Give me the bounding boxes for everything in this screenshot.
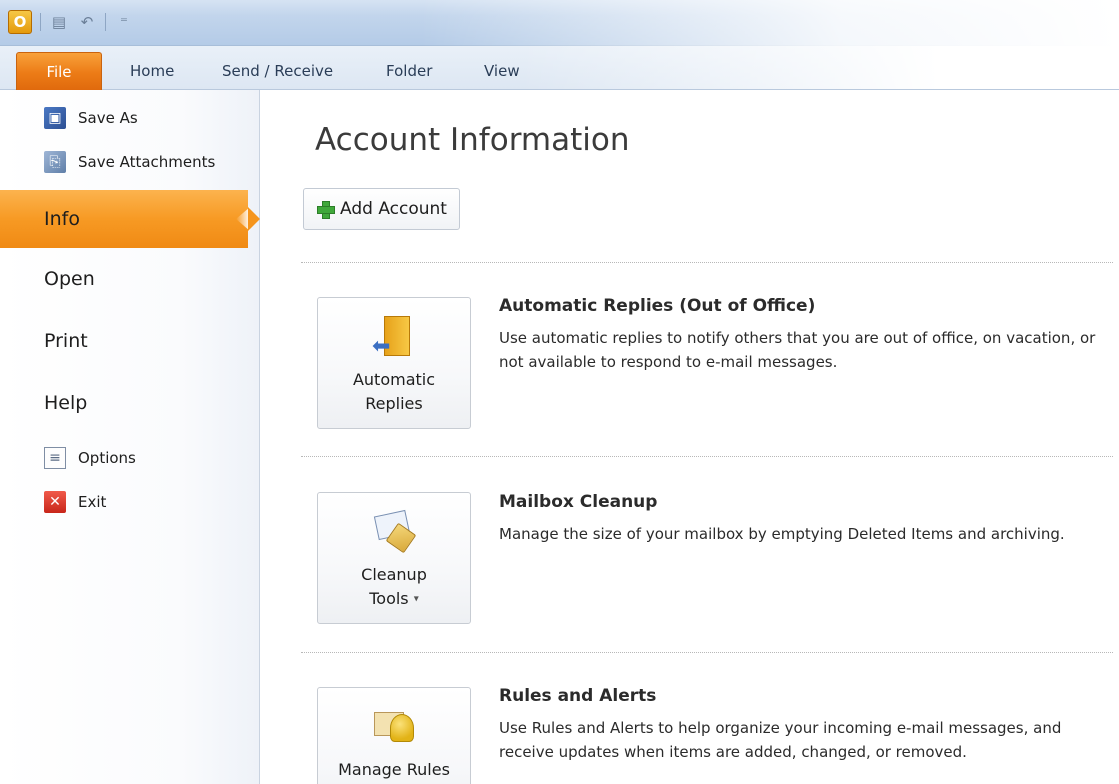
send-receive-icon[interactable]: ▤ (49, 12, 69, 32)
qat-separator (40, 13, 41, 31)
tab-home[interactable]: Home (116, 52, 188, 90)
qat-separator (105, 13, 106, 31)
save-as-icon: ▣ (44, 107, 66, 129)
automatic-replies-button[interactable]: ⬅ Automatic Replies (317, 297, 471, 429)
undo-icon[interactable]: ↶ (77, 12, 97, 32)
manage-rules-icon (372, 704, 416, 748)
options-button[interactable]: ≡ Options (44, 444, 136, 472)
add-account-label: Add Account (340, 199, 447, 219)
tab-file[interactable]: File (16, 52, 102, 90)
save-attachments-icon: ⎘ (44, 151, 66, 173)
tab-folder[interactable]: Folder (372, 52, 446, 90)
exit-icon: ✕ (44, 491, 66, 513)
backstage-sidebar: ▣ Save As ⎘ Save Attachments Info Open P… (0, 90, 260, 784)
cleanup-tools-icon (372, 509, 417, 554)
automatic-replies-icon: ⬅ (372, 314, 416, 358)
ribbon-tab-bar: File Home Send / Receive Folder View (0, 46, 1119, 90)
exit-label: Exit (78, 493, 107, 511)
sidebar-tab-label: Help (44, 392, 88, 414)
outlook-icon[interactable]: O (8, 10, 32, 34)
sidebar-tab-label: Info (44, 208, 80, 230)
outlook-backstage-window: O ▤ ↶ ⁼ File Home Send / Receive Folder … (0, 0, 1119, 784)
section-description: Use automatic replies to notify others t… (499, 329, 1096, 371)
tab-view[interactable]: View (470, 52, 534, 90)
sidebar-tab-info[interactable]: Info (0, 190, 260, 248)
sidebar-tab-open[interactable]: Open (0, 250, 260, 308)
section-title: Rules and Alerts (499, 686, 657, 706)
title-bar: O ▤ ↶ ⁼ (0, 0, 1119, 46)
tile-label: Automatic Replies (352, 370, 436, 413)
tile-label: Cleanup Tools ▾ (361, 565, 427, 608)
save-as-button[interactable]: ▣ Save As (44, 104, 138, 132)
sidebar-tab-help[interactable]: Help (0, 374, 260, 432)
sidebar-tab-label: Print (44, 330, 88, 352)
sidebar-tab-label: Open (44, 268, 95, 290)
section-description: Manage the size of your mailbox by empty… (499, 525, 1065, 543)
options-label: Options (78, 449, 136, 467)
section-title: Mailbox Cleanup (499, 492, 658, 512)
sidebar-tab-print[interactable]: Print (0, 312, 260, 370)
tab-send-receive[interactable]: Send / Receive (208, 52, 347, 90)
save-attachments-label: Save Attachments (78, 153, 216, 171)
account-information-pane: Account Information Add Account ⬅ Automa… (261, 90, 1119, 784)
customize-qat-icon[interactable]: ⁼ (114, 12, 134, 32)
save-attachments-button[interactable]: ⎘ Save Attachments (44, 148, 215, 176)
section-divider (301, 262, 1113, 263)
add-account-button[interactable]: Add Account (303, 188, 460, 230)
chevron-down-icon: ▾ (413, 593, 419, 605)
section-divider (301, 456, 1113, 457)
plus-icon (316, 200, 335, 219)
section-divider (301, 652, 1113, 653)
exit-button[interactable]: ✕ Exit (44, 488, 106, 516)
manage-rules-button[interactable]: Manage Rules (317, 687, 471, 784)
cleanup-tools-button[interactable]: Cleanup Tools ▾ (317, 492, 471, 624)
save-as-label: Save As (78, 109, 138, 127)
section-title: Automatic Replies (Out of Office) (499, 296, 816, 316)
quick-access-toolbar: O ▤ ↶ ⁼ (8, 10, 134, 34)
options-icon: ≡ (44, 447, 66, 469)
tile-label: Manage Rules (338, 760, 450, 779)
section-description: Use Rules and Alerts to help organize yo… (499, 719, 1062, 761)
page-title: Account Information (315, 122, 630, 158)
